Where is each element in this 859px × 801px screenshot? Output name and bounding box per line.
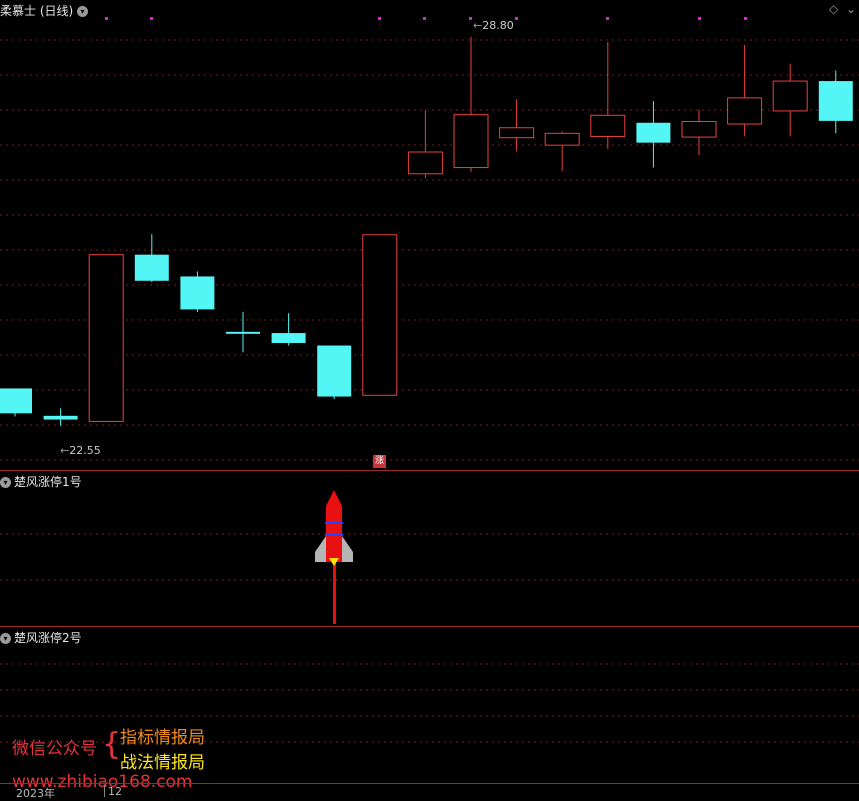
candle-body <box>590 114 626 137</box>
candle <box>727 44 763 137</box>
candle-body <box>0 388 32 414</box>
candle-body <box>544 132 580 146</box>
candle <box>590 41 626 149</box>
candle <box>636 100 671 168</box>
signal-marker <box>606 17 609 20</box>
signal-marker <box>515 17 518 20</box>
signal-marker <box>423 17 426 20</box>
candle <box>43 408 78 426</box>
chevron-down-icon[interactable]: ▾ <box>77 6 89 17</box>
candle <box>134 234 169 283</box>
signal-marker <box>378 17 381 20</box>
candle <box>499 99 535 152</box>
candle <box>317 345 352 400</box>
candle-body <box>499 127 535 139</box>
candle-body <box>180 276 215 310</box>
candle <box>772 63 808 137</box>
candle-body <box>362 234 398 396</box>
candle <box>544 131 580 172</box>
candle-body <box>772 80 808 112</box>
high-price-label: ←28.80 <box>473 19 514 32</box>
candle-body <box>818 81 853 121</box>
wechat-account-label: 微信公众号 <box>12 739 97 759</box>
candle <box>88 254 124 422</box>
signal-marker <box>469 17 472 20</box>
candle <box>271 313 306 346</box>
rocket-icon <box>315 490 353 624</box>
candle <box>362 234 398 396</box>
candle-body <box>317 345 352 397</box>
candle-body <box>226 331 260 334</box>
candle-body <box>727 97 763 125</box>
signal-marker <box>698 17 701 20</box>
candle-body <box>407 151 443 175</box>
signal-marker <box>150 17 153 20</box>
promo-name-1: 指标情报局 <box>120 728 205 748</box>
candlestick-chart <box>0 17 859 461</box>
candle-body <box>43 415 78 420</box>
low-price-label: ←22.55 <box>60 444 101 457</box>
candle-body <box>636 122 671 143</box>
axis-separator <box>0 783 859 784</box>
axis-month-label: 12 <box>108 785 122 798</box>
chevron-down-small-icon[interactable]: ⌄ <box>846 2 856 16</box>
diamond-icon[interactable]: ◇ <box>829 2 838 16</box>
candle <box>226 311 260 353</box>
candle <box>818 70 853 134</box>
candle <box>180 271 215 312</box>
signal-marker <box>744 17 747 20</box>
candle-body <box>681 121 717 138</box>
candle-body <box>134 254 169 281</box>
candle-body <box>271 333 306 344</box>
candle <box>681 109 717 156</box>
axis-tick <box>104 785 105 797</box>
main-panel-header: 柔慕士 (日线) ▾ <box>0 2 91 19</box>
candle-body <box>88 254 124 422</box>
limit-up-marker: 涨 <box>373 455 386 468</box>
candle <box>0 388 32 417</box>
stock-title: 柔慕士 (日线) <box>0 4 74 18</box>
candle <box>407 110 443 179</box>
promo-name-2: 战法情报局 <box>120 753 205 773</box>
brace-symbol: { <box>102 727 122 762</box>
signal-marker <box>105 17 108 20</box>
candle-body <box>453 114 489 169</box>
candle <box>453 36 489 172</box>
